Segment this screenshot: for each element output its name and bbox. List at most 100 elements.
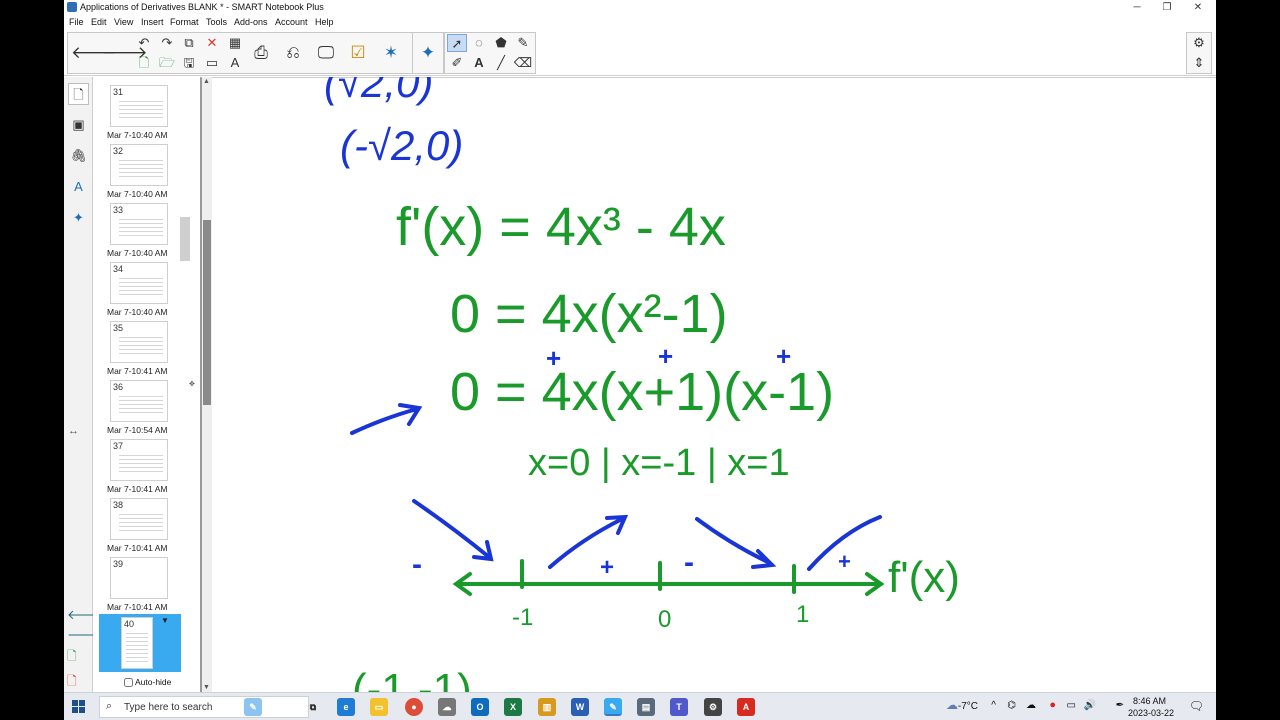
page-thumbnail[interactable]: 39 Mar 7-10:41 AM	[107, 557, 170, 612]
page-thumbnail[interactable]: 32 Mar 7-10:40 AM	[107, 144, 170, 199]
resize-handle-icon[interactable]: ✥	[189, 380, 195, 388]
scroll-up-icon[interactable]: ▲	[203, 78, 210, 85]
addons-tab-icon[interactable]: ✦	[68, 207, 89, 229]
page-thumbnail[interactable]: 31 Mar 7-10:40 AM	[107, 85, 170, 140]
puzzle-icon[interactable]: ✦	[415, 34, 441, 72]
addons-icon[interactable]: ✶	[378, 34, 404, 72]
word-icon[interactable]: W	[571, 698, 589, 716]
page-thumbnail[interactable]: 36 Mar 7-10:54 AM	[107, 380, 170, 435]
menu-view[interactable]: View	[114, 17, 133, 27]
outlook-icon[interactable]: O	[471, 698, 489, 716]
record-icon[interactable]: ●	[1049, 699, 1056, 711]
clock-time[interactable]: 8:46 AM	[1133, 696, 1166, 706]
properties-tab-icon[interactable]: A	[68, 176, 89, 198]
open-icon[interactable]: 🗁	[157, 54, 177, 72]
network-icon[interactable]: ⌬	[1007, 700, 1016, 711]
text-format-icon[interactable]: A	[225, 54, 245, 72]
restore-button[interactable]: ❐	[1160, 1, 1174, 14]
screen-capture-icon[interactable]: ⎙	[248, 34, 274, 72]
taskbar-search-input[interactable]: ⌕ Type here to search	[99, 696, 309, 718]
windows-start-icon[interactable]	[72, 700, 85, 713]
smart-notebook-taskbar-icon[interactable]: ✎	[604, 698, 622, 716]
table-icon[interactable]: ▦	[225, 34, 245, 52]
page-sorter-tab-icon[interactable]: 🗋	[68, 83, 89, 105]
paste-icon[interactable]: ⧉	[179, 34, 199, 52]
autohide-check[interactable]	[124, 678, 133, 688]
edge-icon[interactable]: e	[337, 698, 355, 716]
previous-page-button[interactable]: 🡐	[67, 607, 102, 623]
pen-icon[interactable]: ✒	[1116, 700, 1124, 711]
teams-icon[interactable]: T	[670, 698, 688, 716]
app-icon[interactable]: ▤	[637, 698, 655, 716]
screen-shade-icon[interactable]: ▭	[202, 54, 222, 72]
page-thumbnail[interactable]: 34 Mar 7-10:40 AM	[107, 262, 170, 317]
workspace-scrollbar[interactable]: ▲ ▼	[202, 77, 212, 692]
clock-date[interactable]: 2023-03-22	[1128, 708, 1174, 718]
page-thumbnail[interactable]: 33 Mar 7-10:40 AM	[107, 203, 170, 258]
app-icon[interactable]: ☁	[438, 698, 456, 716]
weather-temperature[interactable]: -7°C	[958, 701, 978, 712]
menu-help[interactable]: Help	[315, 17, 334, 27]
scroll-down-icon[interactable]: ▼	[203, 684, 210, 691]
undo-button[interactable]: ↶	[134, 34, 154, 52]
page-thumbnail[interactable]: 37 Mar 7-10:41 AM	[107, 439, 170, 494]
pens-tool-icon[interactable]: ✐	[447, 54, 467, 72]
menu-insert[interactable]: Insert	[141, 17, 164, 27]
redo-button[interactable]: ↷	[157, 34, 177, 52]
close-button[interactable]: ✕	[1191, 1, 1205, 14]
autohide-checkbox[interactable]: Auto-hide	[124, 677, 171, 688]
eraser-icon[interactable]: ⌫	[513, 54, 533, 72]
search-highlight-icon[interactable]: ✎	[244, 698, 262, 716]
menu-tools[interactable]: Tools	[206, 17, 227, 27]
sorter-scrollbar[interactable]	[180, 217, 190, 261]
app-icon[interactable]: ⚙	[704, 698, 722, 716]
task-view-icon[interactable]: ⧉	[304, 698, 322, 716]
acrobat-icon[interactable]: A	[737, 698, 755, 716]
onedrive-icon[interactable]: ☁	[1026, 700, 1036, 711]
next-page-button[interactable]: 🡒	[67, 627, 102, 643]
magic-pen-icon[interactable]: ✎	[513, 34, 533, 52]
menu-format[interactable]: Format	[170, 17, 199, 27]
menu-account[interactable]: Account	[275, 17, 308, 27]
menu-addons[interactable]: Add-ons	[234, 17, 268, 27]
response-icon[interactable]: ☑	[345, 34, 371, 72]
line-tool-icon[interactable]: ╱	[491, 54, 511, 72]
expand-panel-icon[interactable]: ↔	[68, 425, 79, 437]
tray-chevron-icon[interactable]: ^	[991, 700, 996, 711]
fill-tool-icon[interactable]: ⬟	[491, 34, 511, 52]
page-thumbnail[interactable]: 35 Mar 7-10:41 AM	[107, 321, 170, 376]
shape-tool-icon[interactable]: ◌	[469, 34, 489, 52]
gallery-tab-icon[interactable]: ▣	[68, 114, 89, 136]
settings-gear-icon[interactable]: ⚙	[1189, 34, 1209, 52]
notifications-icon[interactable]: 🗨	[1189, 699, 1204, 713]
weather-icon[interactable]: ☁	[946, 698, 958, 712]
menu-edit[interactable]: Edit	[91, 17, 107, 27]
page-thumbnail[interactable]: 38 Mar 7-10:41 AM	[107, 498, 170, 553]
smart-notebook-icon	[67, 2, 77, 12]
file-explorer-icon[interactable]: ▭	[370, 698, 388, 716]
scrollbar-thumb[interactable]	[203, 220, 211, 405]
toolbar-move-icon[interactable]: ⇕	[1189, 54, 1209, 72]
excel-icon[interactable]: X	[504, 698, 522, 716]
select-tool-icon[interactable]: ➚	[447, 34, 467, 52]
back-button[interactable]: 🡐	[71, 34, 117, 72]
minimize-button[interactable]: ─	[1130, 1, 1144, 14]
whiteboard-ink[interactable]: (√2,0) (-√2,0) f'(x) = 4x³ - 4x 0 = 4x(x…	[212, 77, 1216, 692]
current-page-thumbnail[interactable]: 40 ▼	[99, 614, 181, 672]
forward-button[interactable]: 🡒	[102, 34, 148, 72]
save-icon[interactable]: 🖫	[179, 54, 199, 72]
add-page-icon[interactable]: 🗋	[67, 647, 91, 668]
delete-page-icon[interactable]: 🗋	[67, 672, 91, 692]
volume-icon[interactable]: 🔊	[1084, 700, 1096, 711]
text-tool-icon[interactable]: A	[469, 54, 489, 72]
display-icon[interactable]: 🖵	[313, 34, 339, 72]
delete-button[interactable]: ✕	[202, 34, 222, 52]
new-page-icon[interactable]: 🗋	[134, 54, 154, 72]
display-icon[interactable]: ▭	[1067, 700, 1076, 711]
document-camera-icon[interactable]: ⎌	[280, 34, 306, 72]
menu-file[interactable]: File	[69, 17, 84, 27]
attachments-tab-icon[interactable]: 🖇	[68, 145, 89, 167]
page-menu-chevron-icon[interactable]: ▼	[161, 616, 169, 625]
app-icon[interactable]: ▥	[538, 698, 556, 716]
chrome-icon[interactable]: ●	[405, 698, 423, 716]
